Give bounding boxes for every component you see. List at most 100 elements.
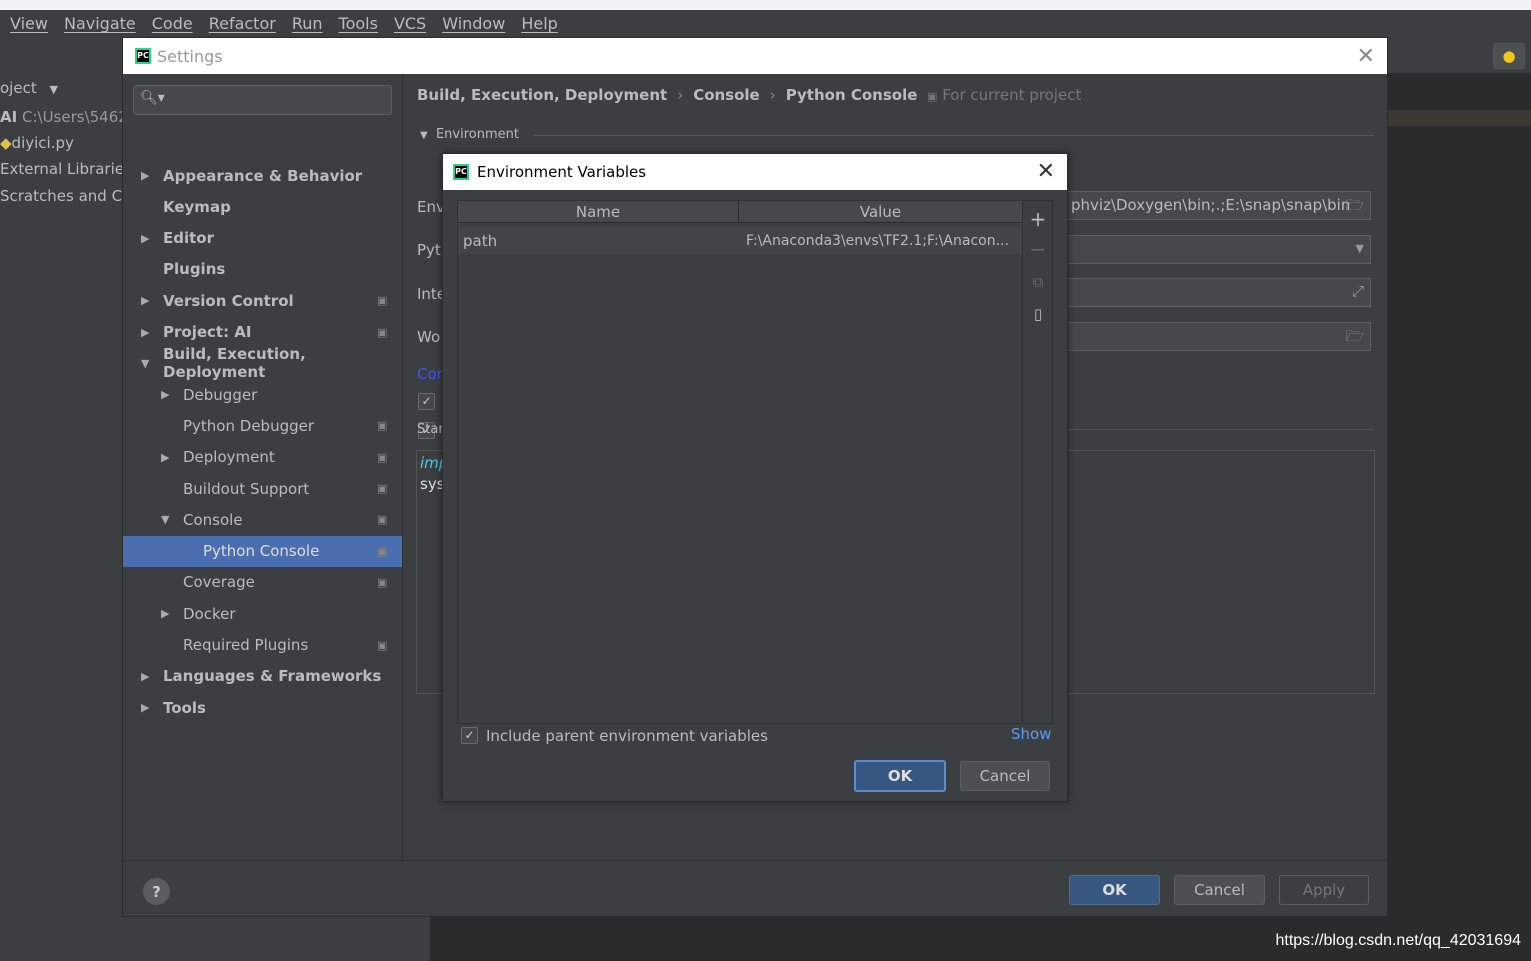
sidebar-item[interactable]: ▶ Languages & Frameworks xyxy=(123,661,402,692)
table-row[interactable]: path F:\Anaconda3\envs\TF2.1;F:\Anacon..… xyxy=(458,227,1022,254)
configure-link[interactable]: Cor xyxy=(417,365,443,383)
env-cancel-button[interactable]: Cancel xyxy=(960,761,1050,791)
column-header-value[interactable]: Value xyxy=(739,201,1022,223)
folder-icon[interactable]: 🗁 xyxy=(1345,326,1364,350)
menu-view[interactable]: View xyxy=(10,14,48,33)
triangle-right-icon[interactable]: ▶ xyxy=(141,326,149,339)
project-scope-icon: ▣ xyxy=(377,513,388,527)
sidebar-item-label: Coverage xyxy=(183,573,255,592)
row-value[interactable]: F:\Anaconda3\envs\TF2.1;F:\Anacon... xyxy=(746,233,1009,249)
sidebar-item[interactable]: ▶ Deployment ▣ xyxy=(123,442,402,473)
project-scope-icon: ▣ xyxy=(377,575,388,589)
breadcrumb-item: Console xyxy=(693,86,760,104)
environment-section-toggle[interactable]: ▼ Environment xyxy=(420,127,519,142)
file-item[interactable]: ◆diyici.py xyxy=(0,134,74,152)
working-directory-field[interactable]: 🗁 xyxy=(1064,322,1371,351)
close-icon[interactable]: ✕ xyxy=(1037,159,1055,184)
triangle-right-icon[interactable]: ▶ xyxy=(161,388,169,401)
add-icon[interactable]: + xyxy=(1023,207,1053,231)
settings-search-input[interactable]: 🔍︎▾ xyxy=(133,85,392,115)
menu-tools[interactable]: Tools xyxy=(339,14,378,33)
sidebar-item[interactable]: Python Console ▣ xyxy=(123,535,402,567)
paste-icon[interactable]: ▯ xyxy=(1023,305,1053,323)
folder-icon[interactable]: 🗁 xyxy=(1345,195,1364,219)
sidebar-item[interactable]: ▶ Editor xyxy=(123,223,402,254)
python-interpreter-select[interactable]: ▼ xyxy=(1064,235,1371,264)
menu-window[interactable]: Window xyxy=(442,14,505,33)
sidebar-item[interactable]: ▶ Appearance & Behavior xyxy=(123,160,402,191)
triangle-right-icon[interactable]: ▶ xyxy=(141,294,149,307)
python-interpreter-label: Pytl xyxy=(417,241,445,259)
remove-icon[interactable]: − xyxy=(1023,237,1053,261)
menu-bar: View Navigate Code Refactor Run Tools VC… xyxy=(0,10,1531,37)
sidebar-item[interactable]: Keymap xyxy=(123,191,402,222)
sidebar-item[interactable]: Coverage ▣ xyxy=(123,567,402,598)
help-button[interactable]: ? xyxy=(143,878,170,905)
copy-icon[interactable]: ⧉ xyxy=(1023,273,1053,291)
breadcrumb-separator: › xyxy=(677,86,684,104)
sidebar-item[interactable]: ▼ Build, Execution, Deployment xyxy=(123,345,402,381)
breadcrumb-item: Python Console xyxy=(785,86,918,104)
project-header: oject xyxy=(0,79,37,97)
project-scope-icon: ▣ xyxy=(377,482,388,495)
ok-button[interactable]: OK xyxy=(1069,875,1160,905)
scratches[interactable]: Scratches and Co xyxy=(0,187,122,205)
menu-navigate[interactable]: Navigate xyxy=(64,14,136,33)
sidebar-item[interactable]: Plugins xyxy=(123,254,402,285)
menu-vcs[interactable]: VCS xyxy=(394,14,426,33)
menu-refactor[interactable]: Refactor xyxy=(209,14,276,33)
sidebar-item[interactable]: ▶ Debugger xyxy=(123,379,402,410)
sidebar-item[interactable]: ▼ Console ▣ xyxy=(123,504,402,535)
checkbox[interactable]: ✓ xyxy=(418,393,435,410)
include-parent-label[interactable]: Include parent environment variables xyxy=(486,727,768,745)
sidebar-item[interactable]: ▶ Version Control ▣ xyxy=(123,285,402,316)
project-view-selector[interactable]: oject ▼ xyxy=(0,79,58,97)
sidebar-item[interactable]: Required Plugins ▣ xyxy=(123,630,402,661)
sidebar-item[interactable]: ▶ Tools xyxy=(123,692,402,723)
watermark: https://blog.csdn.net/qq_42031694 xyxy=(1275,932,1521,949)
table-toolbar: + − ⧉ ▯ xyxy=(1023,200,1053,724)
triangle-down-icon: ▼ xyxy=(420,130,428,141)
sidebar-item-label: Editor xyxy=(163,229,214,248)
row-name[interactable]: path xyxy=(463,232,497,250)
settings-title-bar: PC Settings xyxy=(123,38,1387,74)
sidebar-item[interactable]: Buildout Support ▣ xyxy=(123,473,402,504)
triangle-down-icon[interactable]: ▼ xyxy=(161,513,169,526)
triangle-right-icon[interactable]: ▶ xyxy=(141,169,149,182)
env-ok-button[interactable]: OK xyxy=(854,760,946,792)
pycharm-logo-icon: PC xyxy=(453,164,469,180)
include-parent-checkbox[interactable]: ✓ xyxy=(461,727,478,744)
sidebar-item-label: Docker xyxy=(183,604,236,623)
env-vars-field[interactable]: phviz\Doxygen\bin;.;E:\snap\snap\bin 🗁 xyxy=(1064,191,1371,220)
show-link[interactable]: Show xyxy=(1011,725,1051,743)
breadcrumb: Build, Execution, Deployment › Console › P… xyxy=(417,86,917,104)
triangle-down-icon[interactable]: ▼ xyxy=(141,357,149,370)
menu-help[interactable]: Help xyxy=(521,14,557,33)
triangle-right-icon[interactable]: ▶ xyxy=(161,607,169,620)
close-icon[interactable]: ✕ xyxy=(1357,44,1375,69)
environment-variables-dialog: PC Environment Variables ✕ Name Value pa… xyxy=(442,153,1068,802)
sidebar-item[interactable]: ▶ Project: AI ▣ xyxy=(123,317,402,348)
project-root[interactable]: AI C:\Users\5462( xyxy=(0,108,122,126)
interpreter-options-field[interactable]: ⤢ xyxy=(1064,278,1371,307)
triangle-right-icon[interactable]: ▶ xyxy=(161,451,169,464)
triangle-right-icon[interactable]: ▶ xyxy=(141,232,149,245)
triangle-right-icon[interactable]: ▶ xyxy=(141,670,149,683)
file-name: diyici.py xyxy=(11,134,74,152)
sidebar-item[interactable]: Python Debugger ▣ xyxy=(123,410,402,441)
menu-code[interactable]: Code xyxy=(152,14,193,33)
python-console-icon[interactable]: ● xyxy=(1493,43,1525,69)
project-scope-icon: ▣ xyxy=(377,325,388,339)
external-libraries[interactable]: External Libraries xyxy=(0,160,122,178)
triangle-right-icon[interactable]: ▶ xyxy=(141,701,149,714)
menu-run[interactable]: Run xyxy=(292,14,323,33)
cancel-button[interactable]: Cancel xyxy=(1174,875,1265,905)
column-header-name[interactable]: Name xyxy=(458,201,739,223)
python-file-icon: ◆ xyxy=(0,134,12,152)
env-dialog-title: Environment Variables xyxy=(477,163,647,181)
breadcrumb-item: Build, Execution, Deployment xyxy=(417,86,668,104)
apply-button[interactable]: Apply xyxy=(1279,875,1369,905)
expand-icon[interactable]: ⤢ xyxy=(1352,282,1364,300)
editor-highlight-line xyxy=(1388,110,1531,126)
sidebar-item[interactable]: ▶ Docker xyxy=(123,598,402,629)
